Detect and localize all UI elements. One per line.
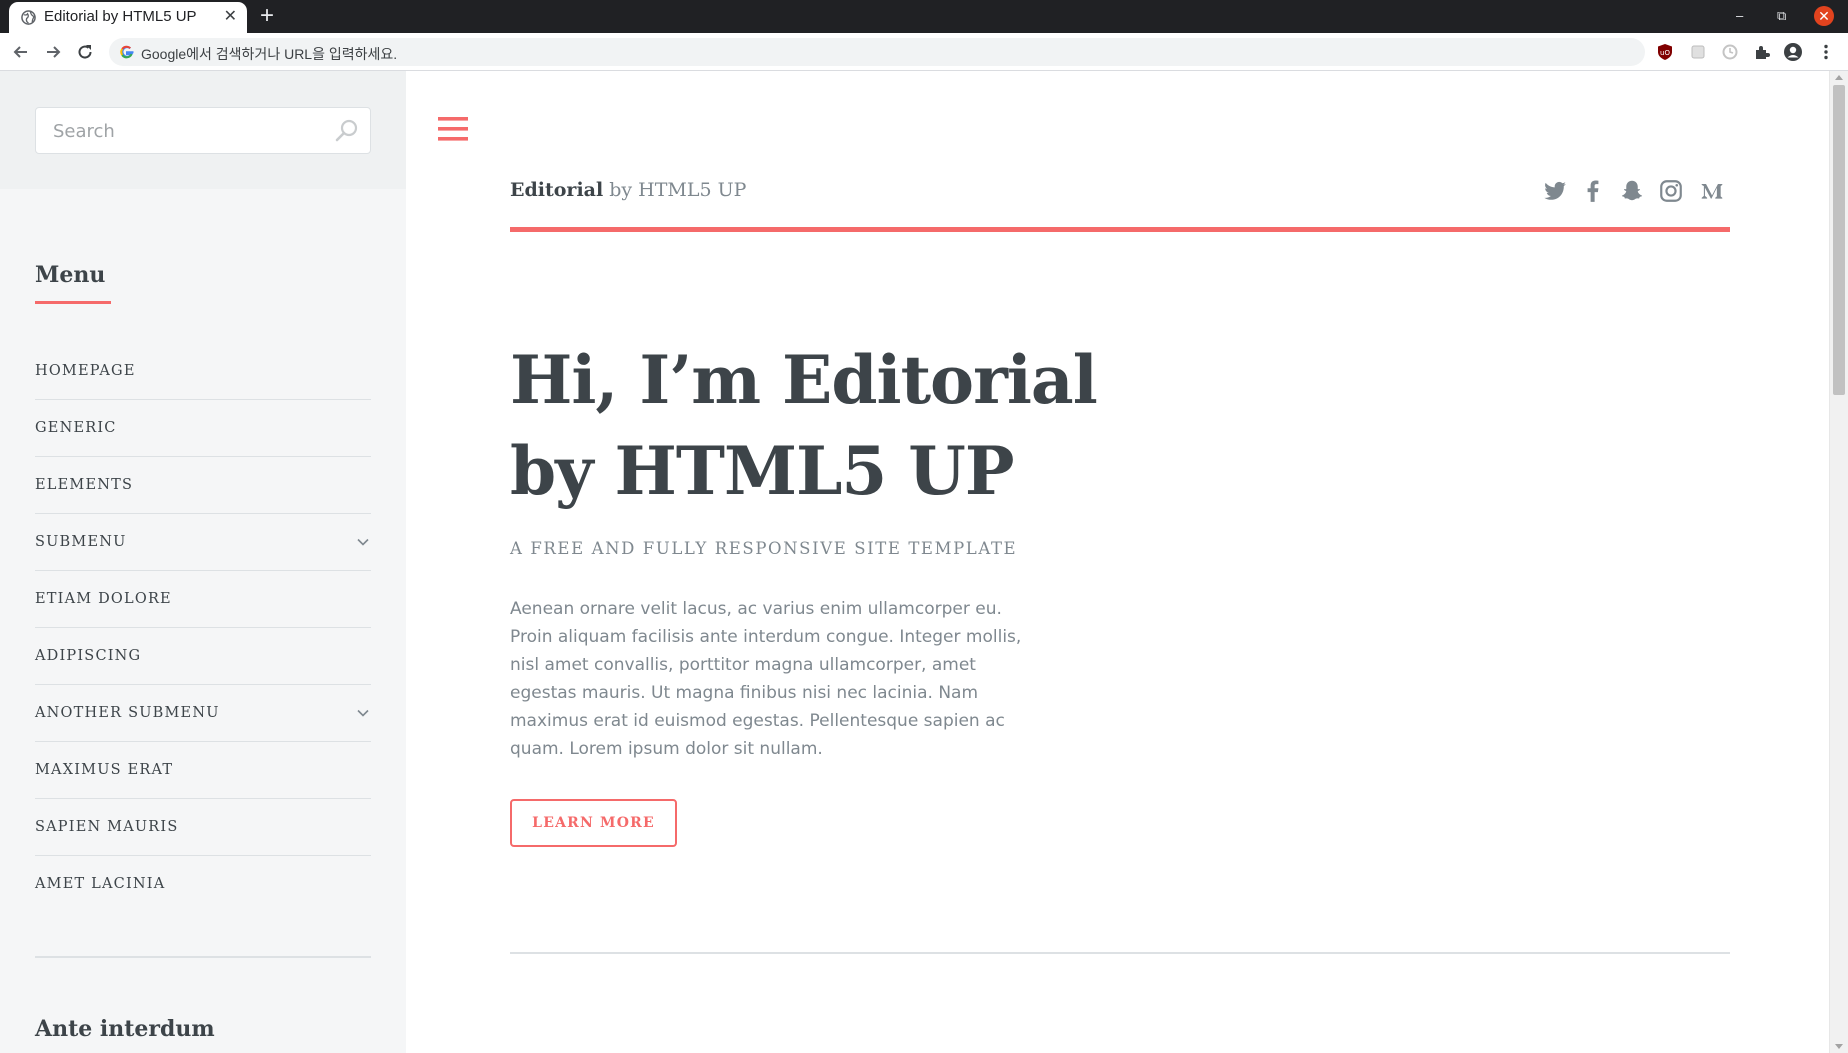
browser-tab[interactable]: Editorial by HTML5 UP ✕ [9,2,247,33]
sidebar-item-etiam-dolore[interactable]: ETIAM DOLORE [35,571,371,628]
main-content: Editorial by HTML5 UP Hi, I’m Editorial b… [406,71,1829,1053]
sidebar-item-another-submenu[interactable]: ANOTHER SUBMENU [35,685,371,742]
browser-toolbar: Google에서 검색하거나 URL을 입력하세요. uO [0,33,1848,71]
search-placeholder: Search [53,121,115,142]
page-scrollbar[interactable] [1829,71,1848,1053]
chevron-down-icon[interactable] [355,705,371,721]
google-icon [120,45,134,59]
forward-arrow-icon[interactable] [43,42,63,62]
ublock-icon[interactable]: uO [1655,42,1675,62]
hamburger-menu-icon[interactable] [438,116,468,142]
scroll-up-arrow-icon[interactable] [1835,75,1843,80]
sidebar-item-amet-lacinia[interactable]: AMET LACINIA [35,856,371,913]
menu-heading-underline [35,301,111,304]
puzzle-icon[interactable] [1752,42,1772,62]
profile-icon[interactable] [1783,42,1803,62]
sidebar-item-label: ADIPISCING [35,648,142,664]
search-input[interactable]: Search [35,107,371,154]
back-arrow-icon[interactable] [11,42,31,62]
hero-title-line1: Hi, I’m Editorial [510,341,1098,419]
instagram-icon[interactable] [1658,178,1684,204]
scroll-down-arrow-icon[interactable] [1835,1044,1843,1049]
twitter-icon[interactable] [1542,178,1568,204]
medium-icon[interactable] [1699,178,1725,204]
sidebar-item-submenu[interactable]: SUBMENU [35,514,371,571]
learn-more-button[interactable]: LEARN MORE [510,799,677,847]
hero-body-text: Aenean ornare velit lacus, ac varius eni… [510,599,1022,759]
address-bar[interactable]: Google에서 검색하거나 URL을 입력하세요. [109,38,1645,66]
window-close-button[interactable]: ✕ [1814,6,1834,26]
sidebar-item-sapien-mauris[interactable]: SAPIEN MAURIS [35,799,371,856]
extension-icon[interactable] [1688,42,1708,62]
new-tab-button[interactable]: + [260,4,274,28]
learn-more-label: LEARN MORE [532,815,655,831]
sidebar-item-elements[interactable]: ELEMENTS [35,457,371,514]
window-minimize-button[interactable]: – [1736,6,1743,26]
section-divider [510,952,1730,954]
header-accent-rule [510,227,1730,232]
sidebar-item-label: ANOTHER SUBMENU [35,705,220,721]
sidebar-divider [35,956,371,958]
reload-icon[interactable] [75,42,95,62]
sidebar-item-label: GENERIC [35,420,117,436]
extension-timer-icon[interactable] [1720,42,1740,62]
scrollbar-thumb[interactable] [1833,85,1845,395]
sidebar-item-label: MAXIMUS ERAT [35,762,174,778]
hero-title: Hi, I’m Editorial by HTML5 UP [510,335,1210,517]
sidebar-item-label: ELEMENTS [35,477,134,493]
svg-text:uO: uO [1660,49,1670,57]
sidebar: Search Menu HOMEPAGE GENERIC ELEMENTS SU… [0,71,406,1053]
sidebar-item-maximus-erat[interactable]: MAXIMUS ERAT [35,742,371,799]
sidebar-item-label: SUBMENU [35,534,127,550]
sidebar-item-generic[interactable]: GENERIC [35,400,371,457]
sidebar-item-label: ETIAM DOLORE [35,591,172,607]
search-icon[interactable] [334,118,360,144]
sidebar-item-label: HOMEPAGE [35,363,136,379]
hero-title-line2: by HTML5 UP [510,432,1014,510]
brand-name: Editorial [510,179,604,201]
sidebar-item-label: AMET LACINIA [35,876,166,892]
globe-icon [21,10,36,25]
facebook-icon[interactable] [1580,178,1606,204]
sidebar-item-label: SAPIEN MAURIS [35,819,179,835]
menu-heading: Menu [35,262,106,288]
site-logo[interactable]: Editorial by HTML5 UP [510,179,746,201]
kebab-menu-icon[interactable] [1816,42,1836,62]
address-placeholder: Google에서 검색하거나 URL을 입력하세요. [141,46,398,62]
brand-byline: by HTML5 UP [603,179,747,201]
hero-subtitle: A FREE AND FULLY RESPONSIVE SITE TEMPLAT… [510,539,1018,558]
section-heading: Ante interdum [35,1016,215,1042]
tab-close-icon[interactable]: ✕ [224,8,237,26]
browser-titlebar: Editorial by HTML5 UP ✕ + – ⧉ ✕ [0,0,1848,33]
chevron-down-icon[interactable] [355,534,371,550]
snapchat-icon[interactable] [1619,178,1645,204]
tab-title: Editorial by HTML5 UP [44,8,197,25]
sidebar-menu: HOMEPAGE GENERIC ELEMENTS SUBMENU ETIAM … [35,343,371,913]
window-maximize-button[interactable]: ⧉ [1777,6,1786,26]
sidebar-item-adipiscing[interactable]: ADIPISCING [35,628,371,685]
sidebar-item-homepage[interactable]: HOMEPAGE [35,343,371,400]
sidebar-search-section: Search [0,71,406,189]
